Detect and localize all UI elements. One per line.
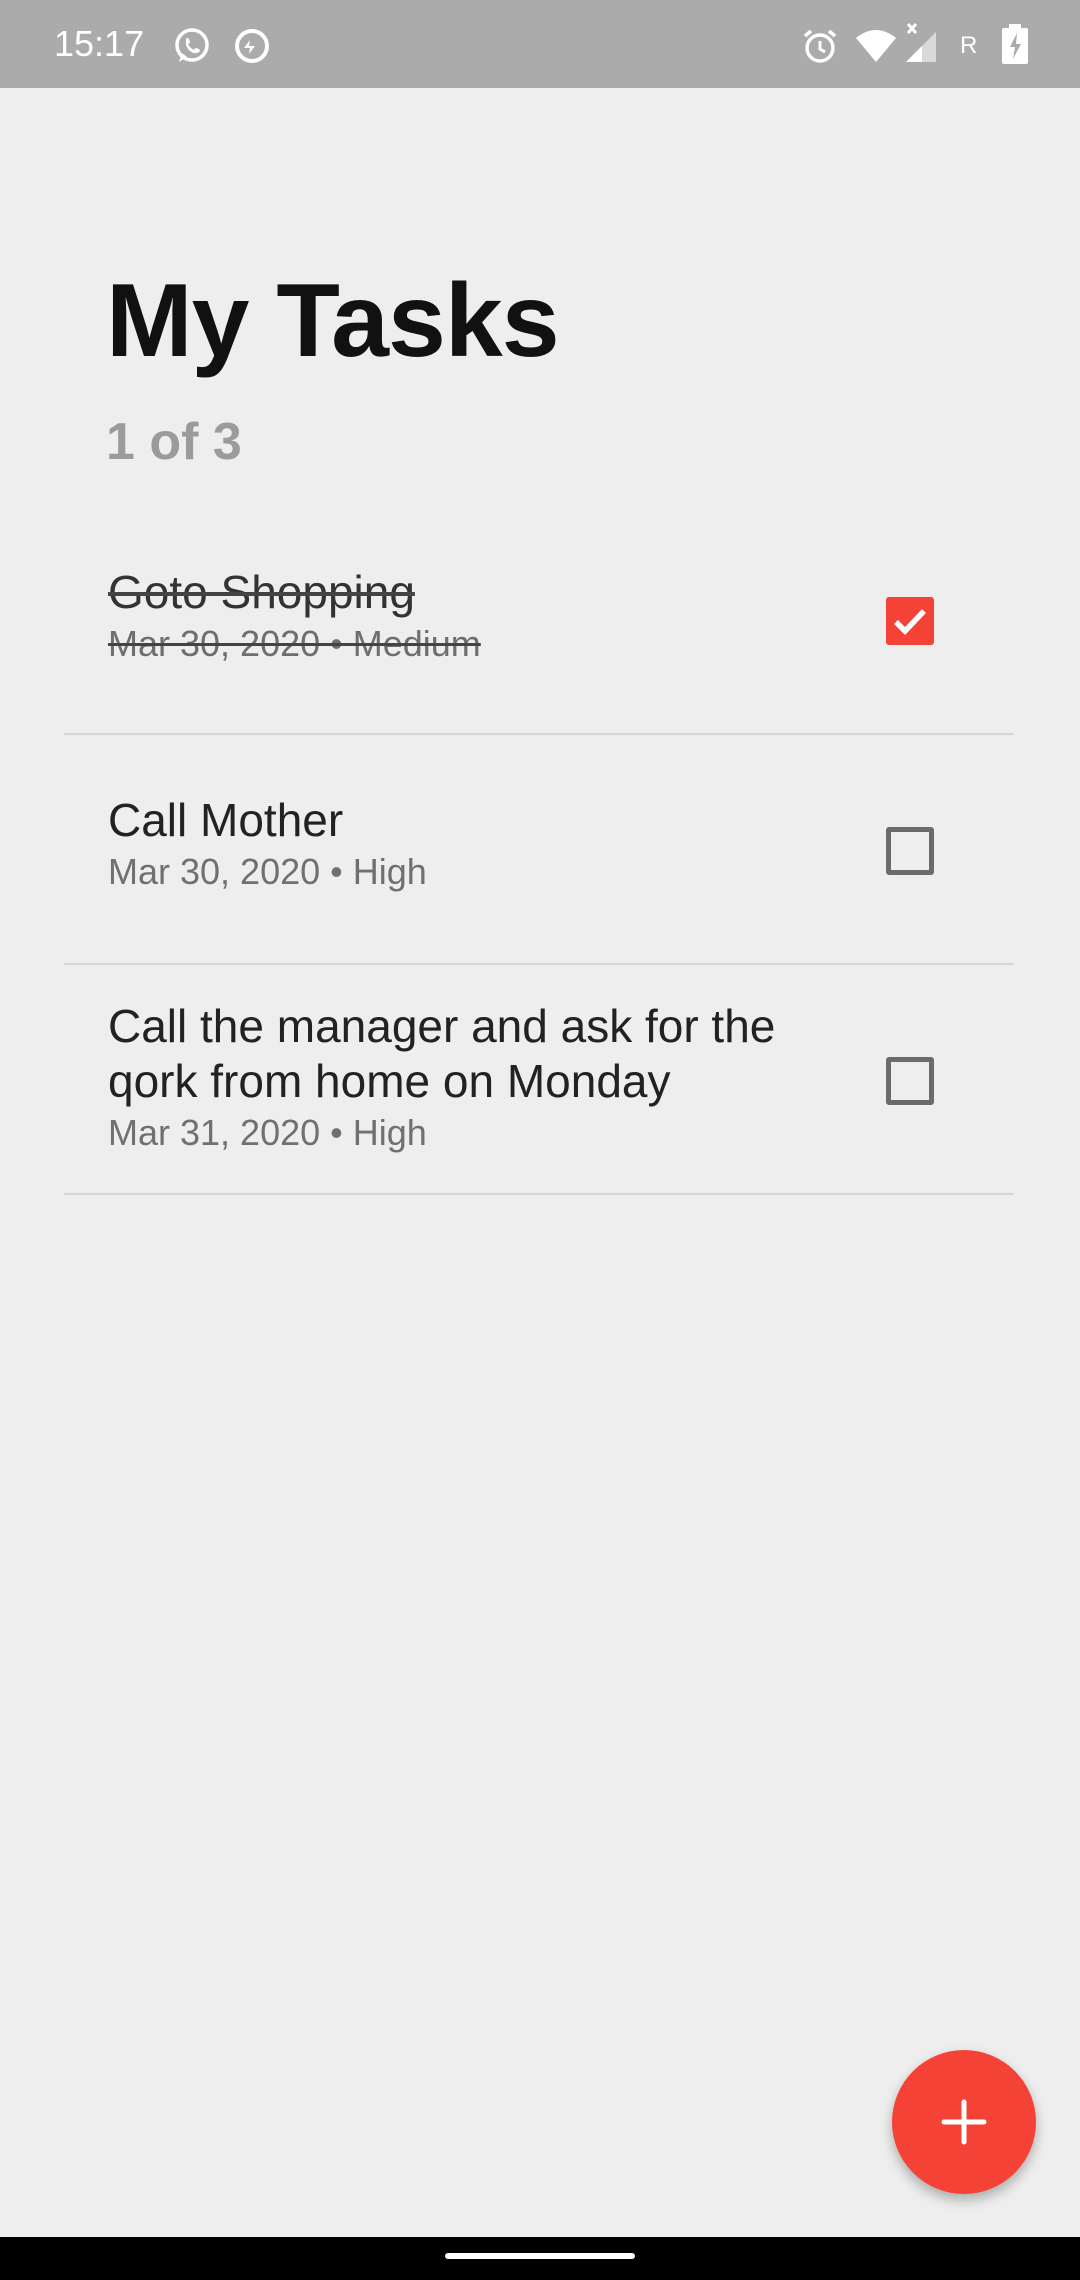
add-task-button[interactable] [892,2050,1036,2194]
whatsapp-icon [172,26,212,66]
home-indicator[interactable] [445,2253,635,2259]
task-title: Call Mother [108,794,344,846]
roaming-icon: R [960,32,978,59]
task-meta: Mar 30, 2020 • Medium [108,623,481,664]
task-title: Goto Shopping [108,566,415,618]
task-text: Goto Shopping Mar 30, 2020 • Medium [108,565,868,668]
data-saver-icon [232,26,272,66]
task-list: Goto Shopping Mar 30, 2020 • Medium Call… [64,505,1014,1195]
task-title: Call the manager and ask for the qork fr… [108,1000,776,1107]
navigation-bar [0,2237,1080,2280]
battery-charging-icon [1000,24,1030,64]
page-title: My Tasks [106,263,560,379]
check-icon [894,609,926,635]
task-item[interactable]: Goto Shopping Mar 30, 2020 • Medium [64,505,1014,735]
task-item[interactable]: Call the manager and ask for the qork fr… [64,965,1014,1195]
task-item[interactable]: Call Mother Mar 30, 2020 • High [64,735,1014,965]
task-meta: Mar 31, 2020 • High [108,1112,427,1153]
task-meta: Mar 30, 2020 • High [108,851,427,892]
screen: 15:17 R My Tasks 1 of 3 Goto Shopping Ma… [0,0,1080,2280]
task-checkbox[interactable] [886,827,934,875]
alarm-icon [800,26,840,66]
wifi-icon [854,26,898,66]
task-checkbox[interactable] [886,597,934,645]
task-text: Call the manager and ask for the qork fr… [108,999,868,1157]
plus-icon [941,2099,987,2145]
task-count: 1 of 3 [106,413,242,471]
status-time: 15:17 [54,23,145,64]
status-bar: 15:17 R [0,0,1080,88]
task-text: Call Mother Mar 30, 2020 • High [108,793,868,896]
signal-icon [902,20,940,66]
task-checkbox[interactable] [886,1057,934,1105]
